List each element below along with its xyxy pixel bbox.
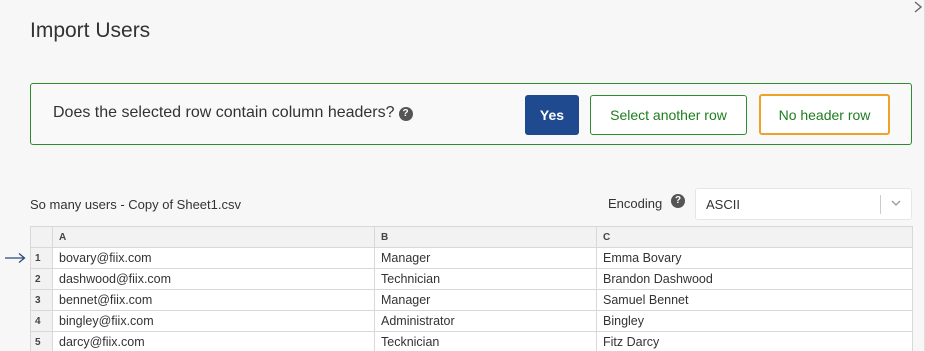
help-icon[interactable]: ? [398, 107, 413, 121]
cell: Tecknician [374, 331, 597, 351]
select-divider [880, 195, 881, 214]
cell: Manager [374, 247, 597, 269]
encoding-selected-value: ASCII [706, 197, 740, 212]
cell: Administrator [374, 310, 597, 332]
cell: bingley@fiix.com [52, 310, 375, 332]
encoding-select[interactable]: ASCII [695, 188, 912, 220]
cell: Fitz Darcy [596, 331, 913, 351]
close-icon[interactable] [911, 0, 925, 18]
selected-row-arrow-icon [5, 252, 26, 264]
row-number[interactable]: 5 [30, 331, 53, 351]
table-row[interactable]: 4 bingley@fiix.com Administrator Bingley [30, 310, 913, 332]
file-name: So many users - Copy of Sheet1.csv [30, 197, 241, 212]
table-row[interactable]: 2 dashwood@fiix.com Technician Brandon D… [30, 268, 913, 290]
column-header[interactable]: A [52, 226, 375, 248]
cell: Bingley [596, 310, 913, 332]
column-header[interactable]: B [374, 226, 597, 248]
encoding-label: Encoding [608, 196, 663, 211]
row-number[interactable]: 1 [30, 247, 53, 269]
header-question-text: Does the selected row contain column hea… [53, 104, 395, 121]
cell: Emma Bovary [596, 247, 913, 269]
cell: darcy@fiix.com [52, 331, 375, 351]
table-row[interactable]: 5 darcy@fiix.com Tecknician Fitz Darcy [30, 331, 913, 351]
header-prompt-panel: Does the selected row contain column hea… [30, 83, 912, 145]
corner-cell [30, 226, 53, 248]
cell: bovary@fiix.com [52, 247, 375, 269]
cell: Brandon Dashwood [596, 268, 913, 290]
column-header[interactable]: C [596, 226, 913, 248]
row-number[interactable]: 3 [30, 289, 53, 311]
cell: Technician [374, 268, 597, 290]
row-number[interactable]: 2 [30, 268, 53, 290]
row-number[interactable]: 4 [30, 310, 53, 332]
cell: dashwood@fiix.com [52, 268, 375, 290]
table-row[interactable]: 1 bovary@fiix.com Manager Emma Bovary [30, 247, 913, 269]
cell: Samuel Bennet [596, 289, 913, 311]
cell: Manager [374, 289, 597, 311]
cell: bennet@fiix.com [52, 289, 375, 311]
select-another-row-button[interactable]: Select another row [590, 95, 747, 135]
table-header-row: A B C [30, 226, 913, 248]
no-header-row-button[interactable]: No header row [759, 94, 890, 135]
table-row[interactable]: 3 bennet@fiix.com Manager Samuel Bennet [30, 289, 913, 311]
chevron-down-icon[interactable] [890, 197, 902, 209]
yes-button[interactable]: Yes [525, 95, 579, 135]
csv-preview-table: A B C 1 bovary@fiix.com Manager Emma Bov… [30, 226, 913, 351]
dialog-title: Import Users [30, 19, 151, 42]
encoding-help-icon[interactable]: ? [671, 194, 685, 208]
header-question: Does the selected row contain column hea… [53, 104, 413, 122]
